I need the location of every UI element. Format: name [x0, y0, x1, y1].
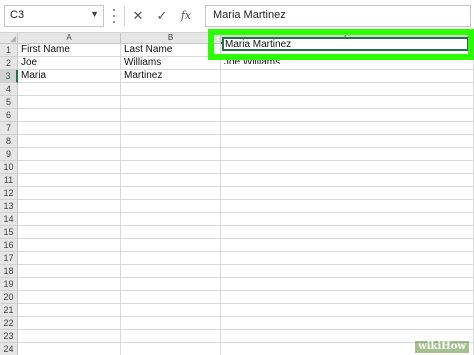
row-header-12[interactable]: 12: [0, 187, 18, 200]
row-header-7[interactable]: 7: [0, 122, 18, 135]
row-gridline: [18, 290, 474, 291]
row-header-2[interactable]: 2: [0, 57, 18, 70]
row-header-4[interactable]: 4: [0, 83, 18, 96]
row-gridline: [18, 108, 474, 109]
name-box[interactable]: C3 ▼: [4, 5, 104, 27]
row-header-10[interactable]: 10: [0, 161, 18, 174]
row-gridline: [18, 82, 474, 83]
cell-b1[interactable]: Last Name: [121, 44, 221, 56]
formula-bar-grip-icon[interactable]: [112, 9, 116, 23]
cell-b3[interactable]: Martinez: [121, 70, 221, 82]
row-header-11[interactable]: 11: [0, 174, 18, 187]
row-header-19[interactable]: 19: [0, 278, 18, 291]
row-header-8[interactable]: 8: [0, 135, 18, 148]
row-header-23[interactable]: 23: [0, 330, 18, 343]
row-header-9[interactable]: 9: [0, 148, 18, 161]
row-gridline: [18, 186, 474, 187]
row-header-3[interactable]: 3: [0, 70, 18, 83]
row-gridline: [18, 134, 474, 135]
row-header-21[interactable]: 21: [0, 304, 18, 317]
worksheet-grid[interactable]: ABC 123456789101112131415161718192021222…: [0, 33, 474, 355]
row-gridline: [18, 199, 474, 200]
close-icon[interactable]: ✕: [128, 6, 148, 26]
wikihow-watermark: wikiHow: [415, 341, 469, 353]
row-header-18[interactable]: 18: [0, 265, 18, 278]
row-header-24[interactable]: 24: [0, 343, 18, 355]
select-all-button[interactable]: [0, 33, 18, 44]
column-header-b[interactable]: B: [121, 33, 221, 44]
row-gridline: [18, 238, 474, 239]
cell-a2[interactable]: Joe: [18, 57, 121, 69]
row-header-15[interactable]: 15: [0, 226, 18, 239]
row-header-16[interactable]: 16: [0, 239, 18, 252]
row-header-6[interactable]: 6: [0, 109, 18, 122]
row-gridline: [18, 121, 474, 122]
row-header-13[interactable]: 13: [0, 200, 18, 213]
row-gridline: [18, 225, 474, 226]
row-header-17[interactable]: 17: [0, 252, 18, 265]
row-gridline: [18, 251, 474, 252]
row-header-5[interactable]: 5: [0, 96, 18, 109]
formula-input[interactable]: Maria Martinez: [205, 5, 471, 27]
check-icon[interactable]: ✓: [152, 6, 172, 26]
formula-input-value: Maria Martinez: [213, 9, 286, 21]
row-gridline: [18, 342, 474, 343]
row-gridline: [18, 303, 474, 304]
row-gridline: [18, 277, 474, 278]
row-gridline: [18, 329, 474, 330]
row-gridline: [18, 316, 474, 317]
formula-bar-separator: [124, 6, 125, 26]
cell-a3[interactable]: Maria: [18, 70, 121, 82]
row-header-20[interactable]: 20: [0, 291, 18, 304]
chevron-down-icon[interactable]: ▼: [90, 9, 99, 19]
row-gridline: [18, 95, 474, 96]
name-box-value: C3: [10, 9, 25, 21]
cell-b2[interactable]: Williams: [121, 57, 221, 69]
row-gridline: [18, 160, 474, 161]
column-header-a[interactable]: A: [18, 33, 121, 44]
row-header-1[interactable]: 1: [0, 44, 18, 57]
row-gridline: [18, 264, 474, 265]
cell-a1[interactable]: First Name: [18, 44, 121, 56]
insert-function-button[interactable]: fx: [176, 6, 196, 26]
row-header-14[interactable]: 14: [0, 213, 18, 226]
row-gridline: [18, 212, 474, 213]
annotation-highlight-box: [208, 29, 474, 60]
row-gridline: [18, 173, 474, 174]
row-gridline: [18, 147, 474, 148]
row-header-22[interactable]: 22: [0, 317, 18, 330]
